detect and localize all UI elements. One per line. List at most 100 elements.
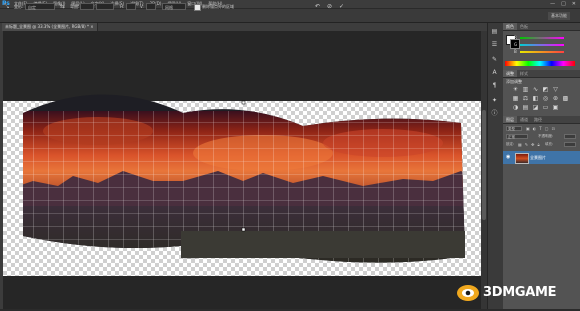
tab-channels[interactable]: 通道 [517, 116, 531, 123]
lock-move-icon[interactable]: ✥ [531, 142, 534, 147]
paragraph-icon[interactable]: ¶ [490, 81, 499, 90]
bottom-ground-strip [181, 231, 465, 258]
lock-label: 锁定: [506, 142, 515, 146]
b-slider[interactable] [520, 51, 564, 53]
h-field[interactable] [126, 3, 136, 10]
h-label: H: [120, 4, 125, 9]
bend-field[interactable] [80, 3, 94, 10]
window-controls: — □ ✕ [550, 0, 576, 8]
adjust-icons-row-1: ☀ ▥ ∿ ◩ ▽ [512, 86, 559, 93]
commit-transform-icon[interactable]: ✓ [337, 2, 346, 11]
v-field[interactable] [146, 3, 156, 10]
gradient-map-icon[interactable]: ▭ [542, 104, 549, 111]
tab-color[interactable]: 颜色 [503, 23, 517, 30]
bend-label: 弯曲: [70, 4, 80, 9]
info-icon[interactable]: ⓘ [490, 109, 499, 118]
fill-label: 填充: [545, 142, 554, 146]
tab-paths[interactable]: 路径 [531, 116, 545, 123]
color-panel-header: 颜色 色板 [503, 23, 580, 31]
scrollbar-thumb[interactable] [482, 110, 486, 220]
maximize-icon[interactable]: □ [561, 0, 566, 8]
options-bar [0, 9, 580, 23]
layer-filter-icons: ▣ ◐ T ▢ ⊡ [526, 126, 555, 131]
v-label: V: [140, 4, 144, 9]
r-slider[interactable] [520, 37, 564, 39]
add-adjustment-label: 添加调整 [506, 79, 522, 84]
layer-filter-select[interactable]: 类型 [506, 126, 522, 131]
transform-tool-icon[interactable]: ⤡ [2, 2, 11, 11]
properties-icon[interactable]: ☰ [490, 40, 499, 49]
lock-paint-icon[interactable]: ✎ [525, 142, 528, 147]
workspace-switcher[interactable]: 基本功能 [548, 12, 570, 20]
bend-value-field[interactable] [96, 3, 114, 10]
b-label: B [514, 49, 517, 54]
color-balance-icon[interactable]: ⚖ [522, 95, 529, 102]
selective-color-icon[interactable]: ▣ [552, 104, 559, 111]
layer-name[interactable]: 全景图片 [530, 153, 546, 162]
document-tab[interactable]: 未标题_全景图 @ 33.3% (全景图片, RGB/8) * × [2, 23, 98, 31]
visibility-eye-icon[interactable]: ◉ [506, 153, 513, 162]
opacity-field[interactable] [564, 134, 576, 139]
vibrance-icon[interactable]: ▽ [552, 86, 559, 93]
tab-swatches[interactable]: 色板 [517, 23, 531, 30]
adjust-icons-row-3: ◑ ▤ ◪ ▭ ▣ [512, 104, 559, 111]
brush-icon[interactable]: ✎ [490, 55, 499, 64]
lock-icons: ▦ ✎ ✥ 🔒︎ [518, 142, 540, 147]
mode-select[interactable]: 网格 [162, 3, 186, 10]
warp-handle[interactable] [241, 100, 246, 105]
blend-mode-select[interactable]: 正常 [506, 134, 528, 139]
warp-handle[interactable] [241, 227, 246, 232]
hue-icon[interactable]: ▦ [512, 95, 519, 102]
lock-all-icon[interactable]: 🔒︎ [538, 142, 540, 147]
document-tab-close-icon[interactable]: × [90, 24, 93, 29]
adjust-icons-row-2: ▦ ⚖ ◧ ◎ ⊛ ▩ [512, 95, 569, 102]
site-watermark: 3DMGAME [456, 280, 557, 304]
adjust-panel-header: 调整 样式 [503, 70, 580, 78]
warped-panorama[interactable] [3, 31, 481, 309]
layers-panel-header: 图层 通道 路径 [503, 116, 580, 124]
g-label: G [514, 42, 518, 47]
lock-pixels-icon[interactable]: ▦ [518, 142, 522, 147]
brightness-icon[interactable]: ☀ [512, 86, 519, 93]
invert-icon[interactable]: ◑ [512, 104, 519, 111]
document-canvas[interactable] [3, 31, 481, 309]
opacity-label: 不透明度: [538, 134, 554, 138]
collapsed-panel-strip [487, 23, 504, 309]
pixel-filter-icon[interactable]: ▣ [526, 126, 530, 131]
g-slider[interactable] [520, 44, 564, 46]
watermark-logo-icon [457, 285, 479, 301]
history-icon[interactable]: ▤ [490, 27, 499, 36]
clone-source-icon[interactable]: ✦ [490, 96, 499, 105]
warp-style-select[interactable]: 自定 [25, 3, 55, 10]
warp-orientation-icon[interactable]: ⇆ [58, 2, 67, 11]
layer-thumbnail [515, 153, 529, 164]
type-filter-icon[interactable]: T [539, 126, 541, 131]
color-lookup-icon[interactable]: ▩ [562, 95, 569, 102]
threshold-icon[interactable]: ◪ [532, 104, 539, 111]
color-spectrum[interactable] [505, 61, 575, 66]
tab-layers[interactable]: 图层 [503, 116, 517, 123]
channel-mixer-icon[interactable]: ⊛ [552, 95, 559, 102]
posterize-icon[interactable]: ▤ [522, 104, 529, 111]
tab-styles[interactable]: 样式 [517, 70, 531, 77]
warp-label: 变形: [14, 4, 24, 9]
character-icon[interactable]: A [490, 68, 499, 77]
switch-warp-icon[interactable]: ↶ [313, 2, 322, 11]
levels-icon[interactable]: ▥ [522, 86, 529, 93]
smart-filter-icon[interactable]: ⊡ [552, 126, 555, 131]
remove-anchor-checkbox[interactable] [194, 4, 201, 11]
shape-filter-icon[interactable]: ▢ [545, 126, 549, 131]
curves-icon[interactable]: ∿ [532, 86, 539, 93]
fill-field[interactable] [564, 142, 576, 147]
close-icon[interactable]: ✕ [572, 0, 576, 8]
photo-filter-icon[interactable]: ◎ [542, 95, 549, 102]
minimize-icon[interactable]: — [550, 0, 555, 8]
adjust-filter-icon[interactable]: ◐ [533, 126, 537, 131]
document-tab-label: 未标题_全景图 @ 33.3% (全景图片, RGB/8) * [5, 24, 89, 29]
watermark-text: 3DMGAME [483, 284, 557, 300]
cancel-transform-icon[interactable]: ⊘ [325, 2, 334, 11]
black-white-icon[interactable]: ◧ [532, 95, 539, 102]
tab-adjustments[interactable]: 调整 [503, 70, 517, 77]
r-label: R [514, 35, 517, 40]
exposure-icon[interactable]: ◩ [542, 86, 549, 93]
